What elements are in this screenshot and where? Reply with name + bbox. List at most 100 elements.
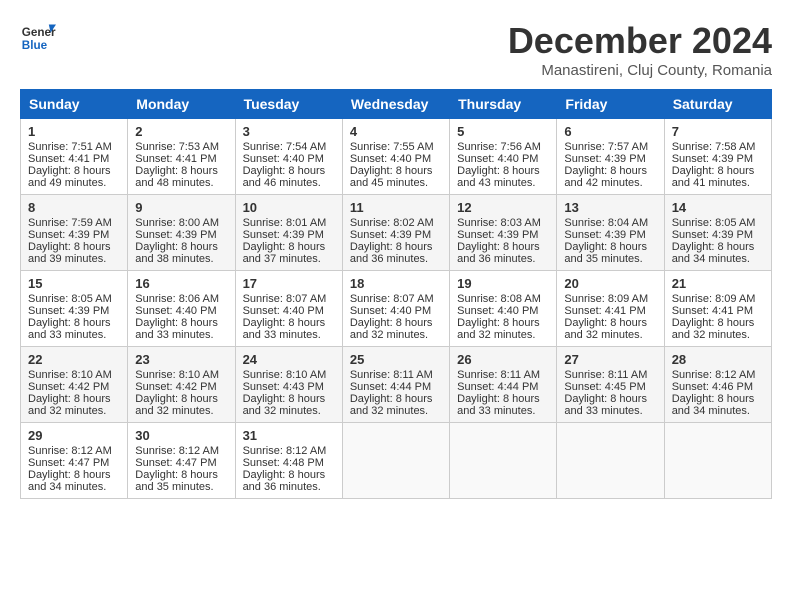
day-number: 23 [135,352,227,367]
day-number: 17 [243,276,335,291]
sunset: Sunset: 4:40 PM [350,305,431,317]
calendar-cell [664,423,771,499]
day-number: 19 [457,276,549,291]
calendar-cell [342,423,449,499]
sunset: Sunset: 4:39 PM [28,229,109,241]
daylight: Daylight: 8 hours and 32 minutes. [672,317,755,341]
day-number: 11 [350,200,442,215]
sunrise: Sunrise: 7:57 AM [564,141,648,153]
daylight: Daylight: 8 hours and 33 minutes. [457,393,540,417]
sunrise: Sunrise: 8:05 AM [672,217,756,229]
calendar-cell [557,423,664,499]
sunset: Sunset: 4:39 PM [564,229,645,241]
calendar-cell: 9Sunrise: 8:00 AMSunset: 4:39 PMDaylight… [128,195,235,271]
page-header: General Blue December 2024 Manastireni, … [20,20,772,79]
day-number: 7 [672,124,764,139]
sunrise: Sunrise: 8:12 AM [672,369,756,381]
daylight: Daylight: 8 hours and 35 minutes. [564,241,647,265]
daylight: Daylight: 8 hours and 36 minutes. [243,469,326,493]
sunset: Sunset: 4:41 PM [672,305,753,317]
sunset: Sunset: 4:39 PM [672,153,753,165]
daylight: Daylight: 8 hours and 33 minutes. [243,317,326,341]
sunrise: Sunrise: 7:51 AM [28,141,112,153]
day-number: 28 [672,352,764,367]
day-number: 9 [135,200,227,215]
sunrise: Sunrise: 8:12 AM [135,445,219,457]
sunset: Sunset: 4:39 PM [564,153,645,165]
sunset: Sunset: 4:39 PM [243,229,324,241]
sunset: Sunset: 4:41 PM [28,153,109,165]
sunset: Sunset: 4:40 PM [350,153,431,165]
daylight: Daylight: 8 hours and 41 minutes. [672,165,755,189]
calendar-cell: 5Sunrise: 7:56 AMSunset: 4:40 PMDaylight… [450,119,557,195]
calendar-cell: 29Sunrise: 8:12 AMSunset: 4:47 PMDayligh… [21,423,128,499]
sunrise: Sunrise: 8:03 AM [457,217,541,229]
daylight: Daylight: 8 hours and 48 minutes. [135,165,218,189]
sunrise: Sunrise: 8:11 AM [564,369,647,381]
sunrise: Sunrise: 8:09 AM [564,293,648,305]
sunrise: Sunrise: 8:07 AM [350,293,434,305]
sunset: Sunset: 4:39 PM [672,229,753,241]
calendar-week-4: 22Sunrise: 8:10 AMSunset: 4:42 PMDayligh… [21,347,772,423]
sunrise: Sunrise: 8:05 AM [28,293,112,305]
day-number: 2 [135,124,227,139]
sunset: Sunset: 4:39 PM [350,229,431,241]
calendar-cell: 3Sunrise: 7:54 AMSunset: 4:40 PMDaylight… [235,119,342,195]
day-number: 1 [28,124,120,139]
day-number: 27 [564,352,656,367]
header-thursday: Thursday [450,90,557,119]
calendar-cell: 20Sunrise: 8:09 AMSunset: 4:41 PMDayligh… [557,271,664,347]
sunrise: Sunrise: 7:53 AM [135,141,219,153]
daylight: Daylight: 8 hours and 33 minutes. [564,393,647,417]
sunset: Sunset: 4:47 PM [135,457,216,469]
daylight: Daylight: 8 hours and 35 minutes. [135,469,218,493]
calendar-cell: 30Sunrise: 8:12 AMSunset: 4:47 PMDayligh… [128,423,235,499]
calendar-cell: 26Sunrise: 8:11 AMSunset: 4:44 PMDayligh… [450,347,557,423]
sunset: Sunset: 4:42 PM [135,381,216,393]
calendar-cell: 12Sunrise: 8:03 AMSunset: 4:39 PMDayligh… [450,195,557,271]
calendar-cell: 10Sunrise: 8:01 AMSunset: 4:39 PMDayligh… [235,195,342,271]
sunrise: Sunrise: 8:09 AM [672,293,756,305]
day-number: 29 [28,428,120,443]
day-number: 15 [28,276,120,291]
calendar-week-5: 29Sunrise: 8:12 AMSunset: 4:47 PMDayligh… [21,423,772,499]
calendar-cell: 18Sunrise: 8:07 AMSunset: 4:40 PMDayligh… [342,271,449,347]
sunrise: Sunrise: 8:12 AM [28,445,112,457]
sunrise: Sunrise: 8:06 AM [135,293,219,305]
header-wednesday: Wednesday [342,90,449,119]
sunset: Sunset: 4:40 PM [135,305,216,317]
sunset: Sunset: 4:47 PM [28,457,109,469]
sunset: Sunset: 4:40 PM [243,305,324,317]
title-block: December 2024 Manastireni, Cluj County, … [508,20,772,79]
calendar-cell: 11Sunrise: 8:02 AMSunset: 4:39 PMDayligh… [342,195,449,271]
daylight: Daylight: 8 hours and 45 minutes. [350,165,433,189]
daylight: Daylight: 8 hours and 34 minutes. [672,241,755,265]
calendar-cell: 19Sunrise: 8:08 AMSunset: 4:40 PMDayligh… [450,271,557,347]
calendar-week-3: 15Sunrise: 8:05 AMSunset: 4:39 PMDayligh… [21,271,772,347]
sunset: Sunset: 4:41 PM [564,305,645,317]
calendar-cell: 17Sunrise: 8:07 AMSunset: 4:40 PMDayligh… [235,271,342,347]
sunrise: Sunrise: 8:10 AM [243,369,327,381]
day-number: 20 [564,276,656,291]
day-number: 5 [457,124,549,139]
sunset: Sunset: 4:44 PM [457,381,538,393]
logo: General Blue [20,20,56,56]
daylight: Daylight: 8 hours and 37 minutes. [243,241,326,265]
day-number: 3 [243,124,335,139]
sunset: Sunset: 4:40 PM [457,305,538,317]
logo-icon: General Blue [20,20,56,56]
daylight: Daylight: 8 hours and 42 minutes. [564,165,647,189]
daylight: Daylight: 8 hours and 34 minutes. [672,393,755,417]
sunrise: Sunrise: 8:12 AM [243,445,327,457]
day-number: 13 [564,200,656,215]
sunrise: Sunrise: 8:02 AM [350,217,434,229]
sunset: Sunset: 4:39 PM [457,229,538,241]
calendar-cell: 14Sunrise: 8:05 AMSunset: 4:39 PMDayligh… [664,195,771,271]
svg-text:Blue: Blue [22,39,48,52]
sunrise: Sunrise: 8:04 AM [564,217,648,229]
sunrise: Sunrise: 8:10 AM [135,369,219,381]
day-number: 22 [28,352,120,367]
calendar-cell: 13 Sunrise: 8:04 AMSunset: 4:39 PMDayligh… [557,195,664,271]
sunset: Sunset: 4:40 PM [243,153,324,165]
sunrise: Sunrise: 8:01 AM [243,217,327,229]
